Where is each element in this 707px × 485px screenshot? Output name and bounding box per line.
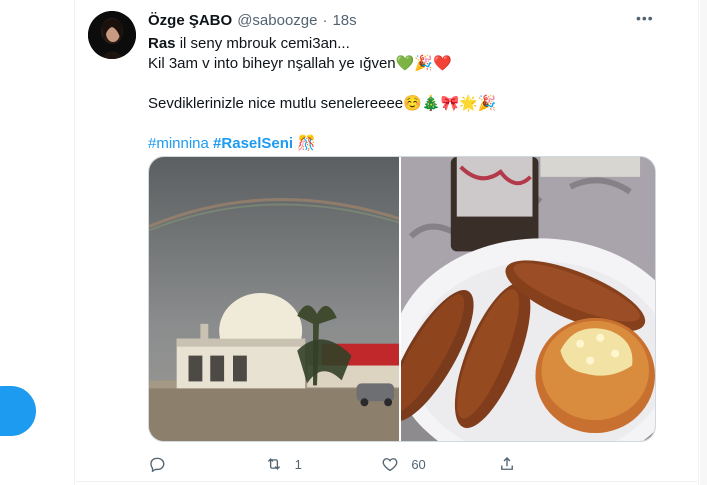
scrollbar[interactable] — [700, 0, 707, 485]
avatar[interactable] — [88, 11, 136, 59]
tweet-blank-line-2 — [148, 114, 658, 134]
hashtag-row: #minnina #RaselSeni 🎊 — [148, 134, 658, 154]
reply-icon — [150, 457, 165, 473]
hashtag-emoji: 🎊 — [297, 135, 316, 152]
photo-kibbeh-food[interactable] — [401, 157, 655, 441]
tweet-timestamp[interactable]: 18s — [332, 12, 356, 29]
tweet-actions: 1 60 — [148, 452, 578, 476]
tweet-line-2: Kil 3am v into biheyr nşallah ye ığven💚🎉… — [148, 55, 452, 72]
photo-rainbow-building[interactable] — [149, 157, 402, 441]
reply-button[interactable] — [148, 455, 228, 473]
tweet-header: Özge ŞABO @saboozge · 18s — [148, 10, 658, 30]
tweet-text: Ras il seny mbrouk cemi3an... Kil 3am v … — [148, 34, 658, 154]
tweet-line-1-bold: Ras — [148, 35, 176, 52]
tweet-bottom-border — [74, 481, 699, 482]
author-name[interactable]: Özge ŞABO — [148, 12, 232, 29]
hashtag-raselseni[interactable]: #RaselSeni — [213, 135, 293, 152]
compose-fab-button[interactable] — [0, 386, 36, 436]
tweet-media — [148, 156, 656, 442]
like-icon — [382, 458, 398, 472]
separator-dot: · — [322, 11, 328, 29]
author-handle[interactable]: @saboozge — [237, 12, 317, 29]
tweet-content: Özge ŞABO @saboozge · 18s Ras il seny mb… — [148, 10, 658, 154]
share-icon — [501, 457, 513, 470]
tweet-line-3: Sevdiklerinizle nice mutlu senelereeee☺️… — [148, 95, 497, 112]
tweet-line-1: Ras il seny mbrouk cemi3an... — [148, 34, 658, 54]
retweet-count: 1 — [294, 456, 302, 472]
more-icon[interactable]: ••• — [636, 10, 656, 30]
like-button[interactable]: 60 — [381, 455, 461, 473]
like-count: 60 — [411, 456, 426, 472]
retweet-button[interactable]: 1 — [265, 455, 345, 473]
tweet[interactable]: Özge ŞABO @saboozge · 18s Ras il seny mb… — [74, 0, 699, 481]
hashtag-minnina[interactable]: #minnina — [148, 135, 209, 152]
share-button[interactable] — [498, 455, 578, 473]
tweet-line-1-rest: il seny mbrouk cemi3an... — [175, 35, 350, 52]
retweet-icon — [267, 458, 280, 470]
